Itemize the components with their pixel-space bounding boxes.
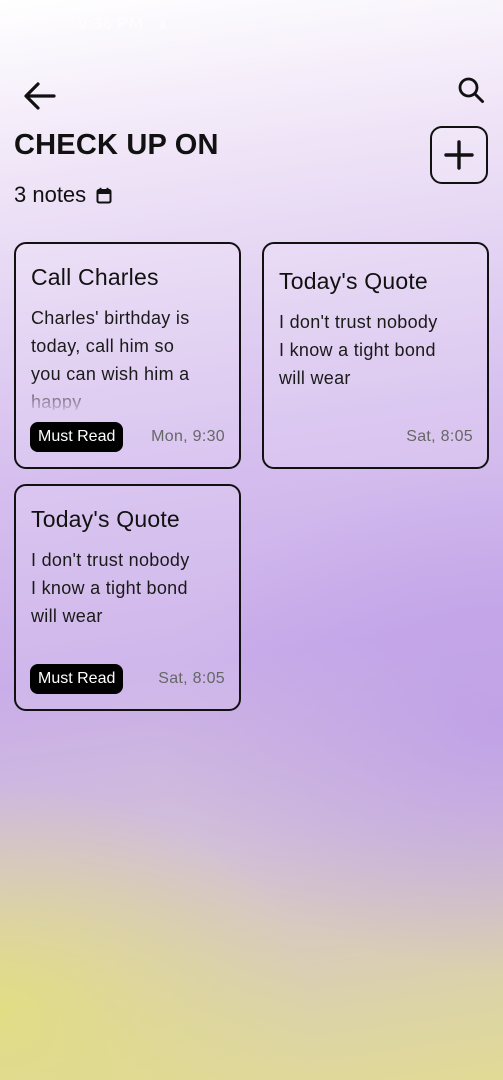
search-button[interactable] [451, 70, 491, 110]
back-button[interactable] [20, 76, 60, 116]
notes-count: 3 notes [14, 182, 112, 208]
status-time: 9:36 PM [78, 14, 144, 33]
note-body: Charles' birthday is today, call him so … [31, 308, 190, 410]
arrow-left-icon [24, 82, 56, 110]
note-card[interactable]: Call Charles Charles' birthday is today,… [14, 242, 241, 469]
notes-count-label: 3 notes [14, 182, 87, 207]
note-title: Today's Quote [279, 268, 428, 294]
status-bar: 9:36 PM ▲ · [78, 14, 183, 34]
calendar-icon[interactable] [96, 187, 112, 204]
page-title: CHECK UP ON [14, 129, 219, 161]
note-body: I don't trust nobody I know a tight bond… [31, 550, 190, 626]
tag-badge[interactable]: Must Read [30, 664, 124, 694]
note-card[interactable]: Today's Quote I don't trust nobody I kno… [14, 484, 241, 711]
note-time: Mon, 9:30 [151, 428, 225, 445]
add-note-button[interactable] [430, 126, 488, 184]
note-time: Sat, 8:05 [158, 670, 225, 687]
note-time: Sat, 8:05 [406, 428, 473, 445]
tag-badge[interactable]: Must Read [30, 422, 124, 452]
note-title: Today's Quote [31, 506, 180, 532]
search-icon [458, 77, 484, 103]
plus-icon [444, 140, 474, 170]
note-body: I don't trust nobody I know a tight bond… [279, 312, 438, 388]
note-title: Call Charles [31, 264, 159, 290]
status-icons: ▲ · [154, 14, 183, 33]
note-card[interactable]: Today's Quote I don't trust nobody I kno… [262, 242, 489, 469]
